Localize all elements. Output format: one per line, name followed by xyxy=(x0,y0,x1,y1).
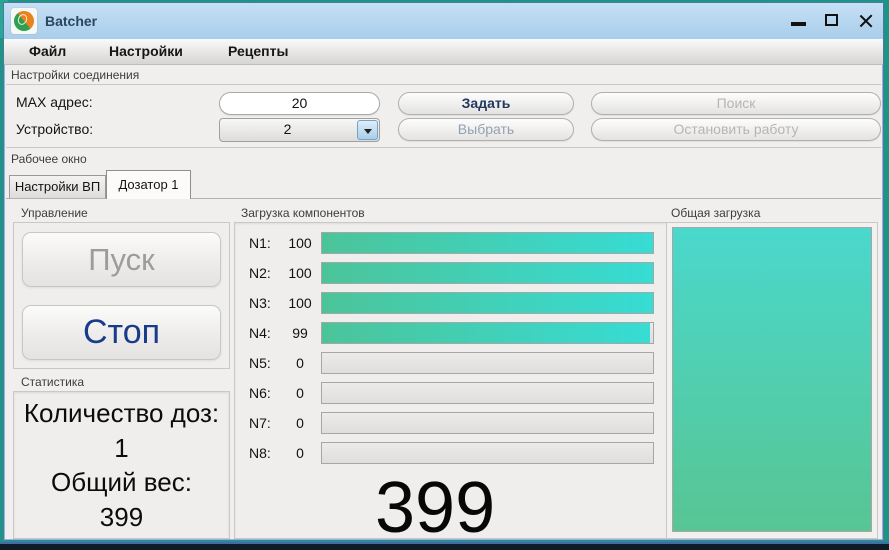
taskbar-edge xyxy=(0,542,889,550)
components-group-label: Загрузка компонентов xyxy=(241,206,365,220)
chevron-down-icon[interactable] xyxy=(357,120,378,140)
weight-label: Общий вес: xyxy=(51,469,192,495)
component-row: N4: 99 xyxy=(235,322,670,344)
component-row: N8: 0 xyxy=(235,442,670,464)
component-value: 99 xyxy=(277,325,323,341)
control-group-label: Управление xyxy=(21,206,88,220)
device-combobox-value: 2 xyxy=(220,121,355,137)
component-row: N2: 100 xyxy=(235,262,670,284)
control-group-box: Пуск Стоп xyxy=(13,222,230,369)
total-load-panel xyxy=(666,222,878,539)
component-value: 100 xyxy=(277,235,323,251)
component-row: N5: 0 xyxy=(235,352,670,374)
component-value: 0 xyxy=(277,385,323,401)
max-address-label: MAX адрес: xyxy=(16,94,93,110)
component-value: 0 xyxy=(277,445,323,461)
close-icon[interactable] xyxy=(856,11,876,31)
progress-bar xyxy=(321,232,654,254)
start-button[interactable]: Пуск xyxy=(22,232,221,287)
select-button[interactable]: Выбрать xyxy=(398,118,574,141)
progress-bar-fill xyxy=(322,293,653,313)
max-address-input[interactable]: 20 xyxy=(219,92,380,115)
component-value: 100 xyxy=(277,265,323,281)
component-label: N7: xyxy=(249,415,271,431)
component-row: N1: 100 xyxy=(235,232,670,254)
progress-bar-fill xyxy=(322,323,650,343)
component-label: N4: xyxy=(249,325,271,341)
total-weight-display: 399 xyxy=(235,472,635,544)
statistics-group-label: Статистика xyxy=(21,375,84,389)
progress-bar xyxy=(321,322,654,344)
component-label: N3: xyxy=(249,295,271,311)
app-icon xyxy=(11,8,37,34)
doses-label: Количество доз: xyxy=(24,400,219,426)
component-row: N6: 0 xyxy=(235,382,670,404)
menu-item-settings[interactable]: Настройки xyxy=(109,43,183,59)
progress-bar xyxy=(321,442,654,464)
menu-item-recipes[interactable]: Рецепты xyxy=(228,43,288,59)
component-label: N2: xyxy=(249,265,271,281)
component-value: 100 xyxy=(277,295,323,311)
progress-bar xyxy=(321,382,654,404)
set-button[interactable]: Задать xyxy=(398,92,574,115)
connection-group-label: Настройки соединения xyxy=(11,68,139,82)
progress-bar xyxy=(321,292,654,314)
progress-bar xyxy=(321,262,654,284)
component-label: N8: xyxy=(249,445,271,461)
statistics-panel: Количество доз: 1 Общий вес: 399 xyxy=(13,391,230,539)
total-load-bar xyxy=(672,227,872,532)
tab-vp-settings[interactable]: Настройки ВП xyxy=(9,175,106,198)
stop-button[interactable]: Стоп xyxy=(22,305,221,360)
progress-bar-fill xyxy=(322,263,653,283)
progress-bar-fill xyxy=(322,233,653,253)
tab-dispenser-1[interactable]: Дозатор 1 xyxy=(106,170,191,199)
minimize-icon[interactable] xyxy=(791,22,806,26)
progress-bar xyxy=(321,352,654,374)
component-value: 0 xyxy=(277,415,323,431)
maximize-icon[interactable] xyxy=(825,14,838,26)
app-window: Batcher Файл Настройки Рецепты Настройки… xyxy=(3,2,884,541)
stop-work-button[interactable]: Остановить работу xyxy=(591,118,881,141)
component-row: N3: 100 xyxy=(235,292,670,314)
component-row: N7: 0 xyxy=(235,412,670,434)
device-combobox[interactable]: 2 xyxy=(219,118,380,142)
progress-bar xyxy=(321,412,654,434)
component-label: N5: xyxy=(249,355,271,371)
search-button[interactable]: Поиск xyxy=(591,92,881,115)
menubar: Файл Настройки Рецепты xyxy=(4,39,883,65)
workspace-group-label: Рабочее окно xyxy=(11,152,87,166)
components-panel: N1: 100 N2: 100 N3: 100 N4: 99 N5: 0 xyxy=(234,222,671,539)
menu-item-file[interactable]: Файл xyxy=(29,43,66,59)
component-label: N1: xyxy=(249,235,271,251)
component-value: 0 xyxy=(277,355,323,371)
window-title: Batcher xyxy=(45,13,97,29)
component-label: N6: xyxy=(249,385,271,401)
total-load-group-label: Общая загрузка xyxy=(671,206,760,220)
device-label: Устройство: xyxy=(16,121,93,137)
desktop-background: Batcher Файл Настройки Рецепты Настройки… xyxy=(0,0,889,550)
weight-value: 399 xyxy=(100,504,143,530)
total-load-bar-fill xyxy=(673,228,871,531)
doses-value: 1 xyxy=(114,435,128,461)
titlebar[interactable]: Batcher xyxy=(4,3,883,39)
